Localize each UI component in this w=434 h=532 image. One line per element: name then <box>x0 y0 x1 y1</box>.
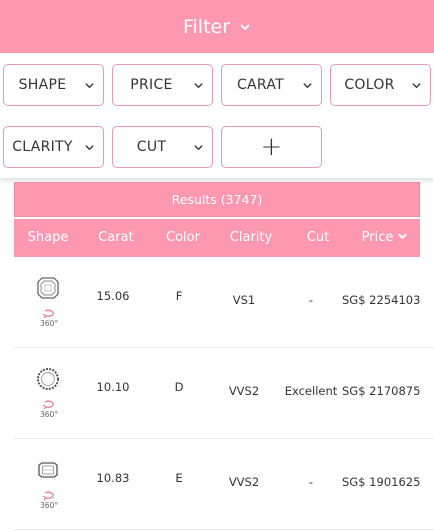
results-count: Results (3747) <box>171 192 263 207</box>
chevron-down-icon <box>85 83 94 89</box>
shape-dropdown[interactable]: SHAPE <box>3 64 104 106</box>
column-header-price[interactable]: Price <box>350 219 420 257</box>
color-cell: F <box>175 289 183 303</box>
cut-cell: - <box>308 475 314 489</box>
filter-toggle[interactable]: Filter <box>0 0 434 53</box>
column-header-shape[interactable]: Shape <box>14 219 82 257</box>
table-header: Shape Carat Color Clarity Cut Price <box>14 219 420 257</box>
column-header-color[interactable]: Color <box>150 219 216 257</box>
view-360-icon[interactable]: 360° <box>38 398 60 420</box>
cut-dropdown[interactable]: CUT <box>112 126 213 168</box>
column-header-clarity[interactable]: Clarity <box>216 219 286 257</box>
sort-desc-icon <box>398 233 408 240</box>
table-row[interactable]: 360° 10.10 D VVS2 Excellent SG$ 2170875 <box>14 348 434 439</box>
column-header-carat[interactable]: Carat <box>82 219 150 257</box>
cut-dropdown-label: CUT <box>136 139 167 155</box>
clarity-dropdown-label: CLARITY <box>12 139 73 155</box>
view-360-icon[interactable]: 360° <box>38 307 60 329</box>
color-dropdown-label: COLOR <box>344 77 395 93</box>
chevron-down-icon <box>194 83 203 89</box>
color-cell: D <box>174 380 184 394</box>
asscher-diamond-icon <box>37 277 59 299</box>
chevron-down-icon <box>303 83 312 89</box>
price-dropdown-label: PRICE <box>130 77 173 93</box>
cut-cell: - <box>308 293 314 307</box>
chevron-down-icon <box>194 145 203 151</box>
carat-dropdown-label: CARAT <box>236 77 285 93</box>
color-cell: E <box>175 471 183 485</box>
filter-panel: SHAPE PRICE CARAT COLOR CLARITY CUT + <box>0 53 434 178</box>
carat-cell: 10.83 <box>96 471 130 485</box>
chevron-down-icon <box>85 145 94 151</box>
table-row[interactable]: 360° 10.83 E VVS2 - SG$ 1901625 <box>14 439 434 530</box>
view-360-icon[interactable]: 360° <box>38 489 60 511</box>
clarity-cell: VS1 <box>232 293 256 307</box>
price-cell: SG$ 1901625 <box>342 475 421 489</box>
chevron-down-icon <box>240 23 250 30</box>
price-cell: SG$ 2170875 <box>342 384 421 398</box>
results-count-bar: Results (3747) <box>14 182 420 217</box>
add-filter-button[interactable]: + <box>221 126 322 168</box>
filter-title: Filter <box>182 15 231 38</box>
clarity-cell: VVS2 <box>228 384 260 398</box>
clarity-dropdown[interactable]: CLARITY <box>3 126 104 168</box>
cut-cell: Excellent <box>284 384 338 398</box>
plus-icon: + <box>260 132 283 162</box>
carat-dropdown[interactable]: CARAT <box>221 64 322 106</box>
emerald-diamond-icon <box>38 462 58 478</box>
table-row[interactable]: 360° 15.06 F VS1 - SG$ 2254103 <box>14 257 434 348</box>
color-dropdown[interactable]: COLOR <box>330 64 431 106</box>
column-header-cut[interactable]: Cut <box>286 219 350 257</box>
price-cell: SG$ 2254103 <box>342 293 421 307</box>
results-table: 360° 15.06 F VS1 - SG$ 2254103 360° 10.1… <box>14 257 434 530</box>
clarity-cell: VVS2 <box>228 475 260 489</box>
shape-dropdown-label: SHAPE <box>18 77 67 93</box>
price-dropdown[interactable]: PRICE <box>112 64 213 106</box>
chevron-down-icon <box>412 83 421 89</box>
carat-cell: 15.06 <box>96 289 130 303</box>
round-diamond-icon <box>37 368 59 390</box>
carat-cell: 10.10 <box>96 380 130 394</box>
